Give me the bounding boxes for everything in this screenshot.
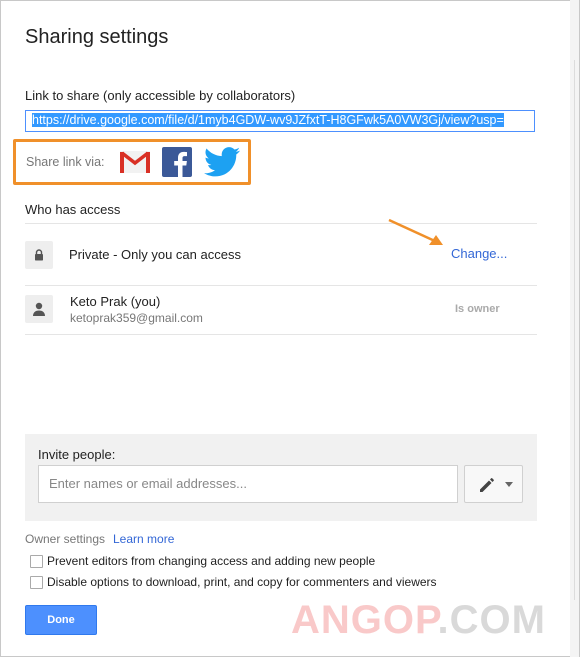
pencil-icon — [480, 478, 494, 492]
arrow-annotation-icon — [388, 218, 443, 245]
facebook-icon[interactable] — [162, 147, 192, 177]
dialog-title: Sharing settings — [25, 26, 169, 48]
disable-download-checkbox[interactable] — [30, 576, 43, 589]
lock-icon — [35, 249, 43, 261]
owner-name: Keto Prak (you) — [70, 294, 161, 309]
permission-dropdown-button[interactable] — [464, 465, 523, 503]
chevron-down-icon — [505, 482, 513, 487]
divider — [25, 285, 537, 286]
owner-role-label: Is owner — [455, 303, 500, 315]
owner-settings-label: Owner settings — [25, 532, 106, 546]
prevent-editors-label: Prevent editors from changing access and… — [47, 554, 376, 568]
watermark-part-2: .COM — [437, 598, 546, 642]
done-button[interactable]: Done — [25, 605, 97, 635]
visibility-status: Private - Only you can access — [69, 247, 241, 262]
share-via-label: Share link via: — [26, 155, 105, 169]
invite-people-input[interactable]: Enter names or email addresses... — [38, 465, 458, 503]
link-label: Link to share (only accessible by collab… — [25, 88, 296, 103]
watermark: ANGOP.COM — [291, 598, 546, 643]
twitter-icon[interactable] — [204, 147, 240, 177]
gmail-icon[interactable] — [119, 148, 151, 176]
share-link-field[interactable]: https://drive.google.com/file/d/1myb4GDW… — [25, 110, 535, 132]
who-has-access-heading: Who has access — [25, 202, 121, 217]
disable-download-label: Disable options to download, print, and … — [47, 575, 437, 589]
divider — [25, 334, 537, 335]
change-access-link[interactable]: Change... — [451, 246, 507, 261]
owner-email: ketoprak359@gmail.com — [70, 311, 203, 325]
prevent-editors-checkbox[interactable] — [30, 555, 43, 568]
scrollbar[interactable] — [570, 0, 579, 657]
invite-label: Invite people: — [38, 447, 116, 462]
learn-more-link[interactable]: Learn more — [113, 532, 174, 546]
share-link-text: https://drive.google.com/file/d/1myb4GDW… — [32, 113, 504, 127]
watermark-part-1: ANGOP — [291, 598, 438, 642]
person-icon — [33, 302, 45, 316]
divider — [25, 223, 537, 224]
